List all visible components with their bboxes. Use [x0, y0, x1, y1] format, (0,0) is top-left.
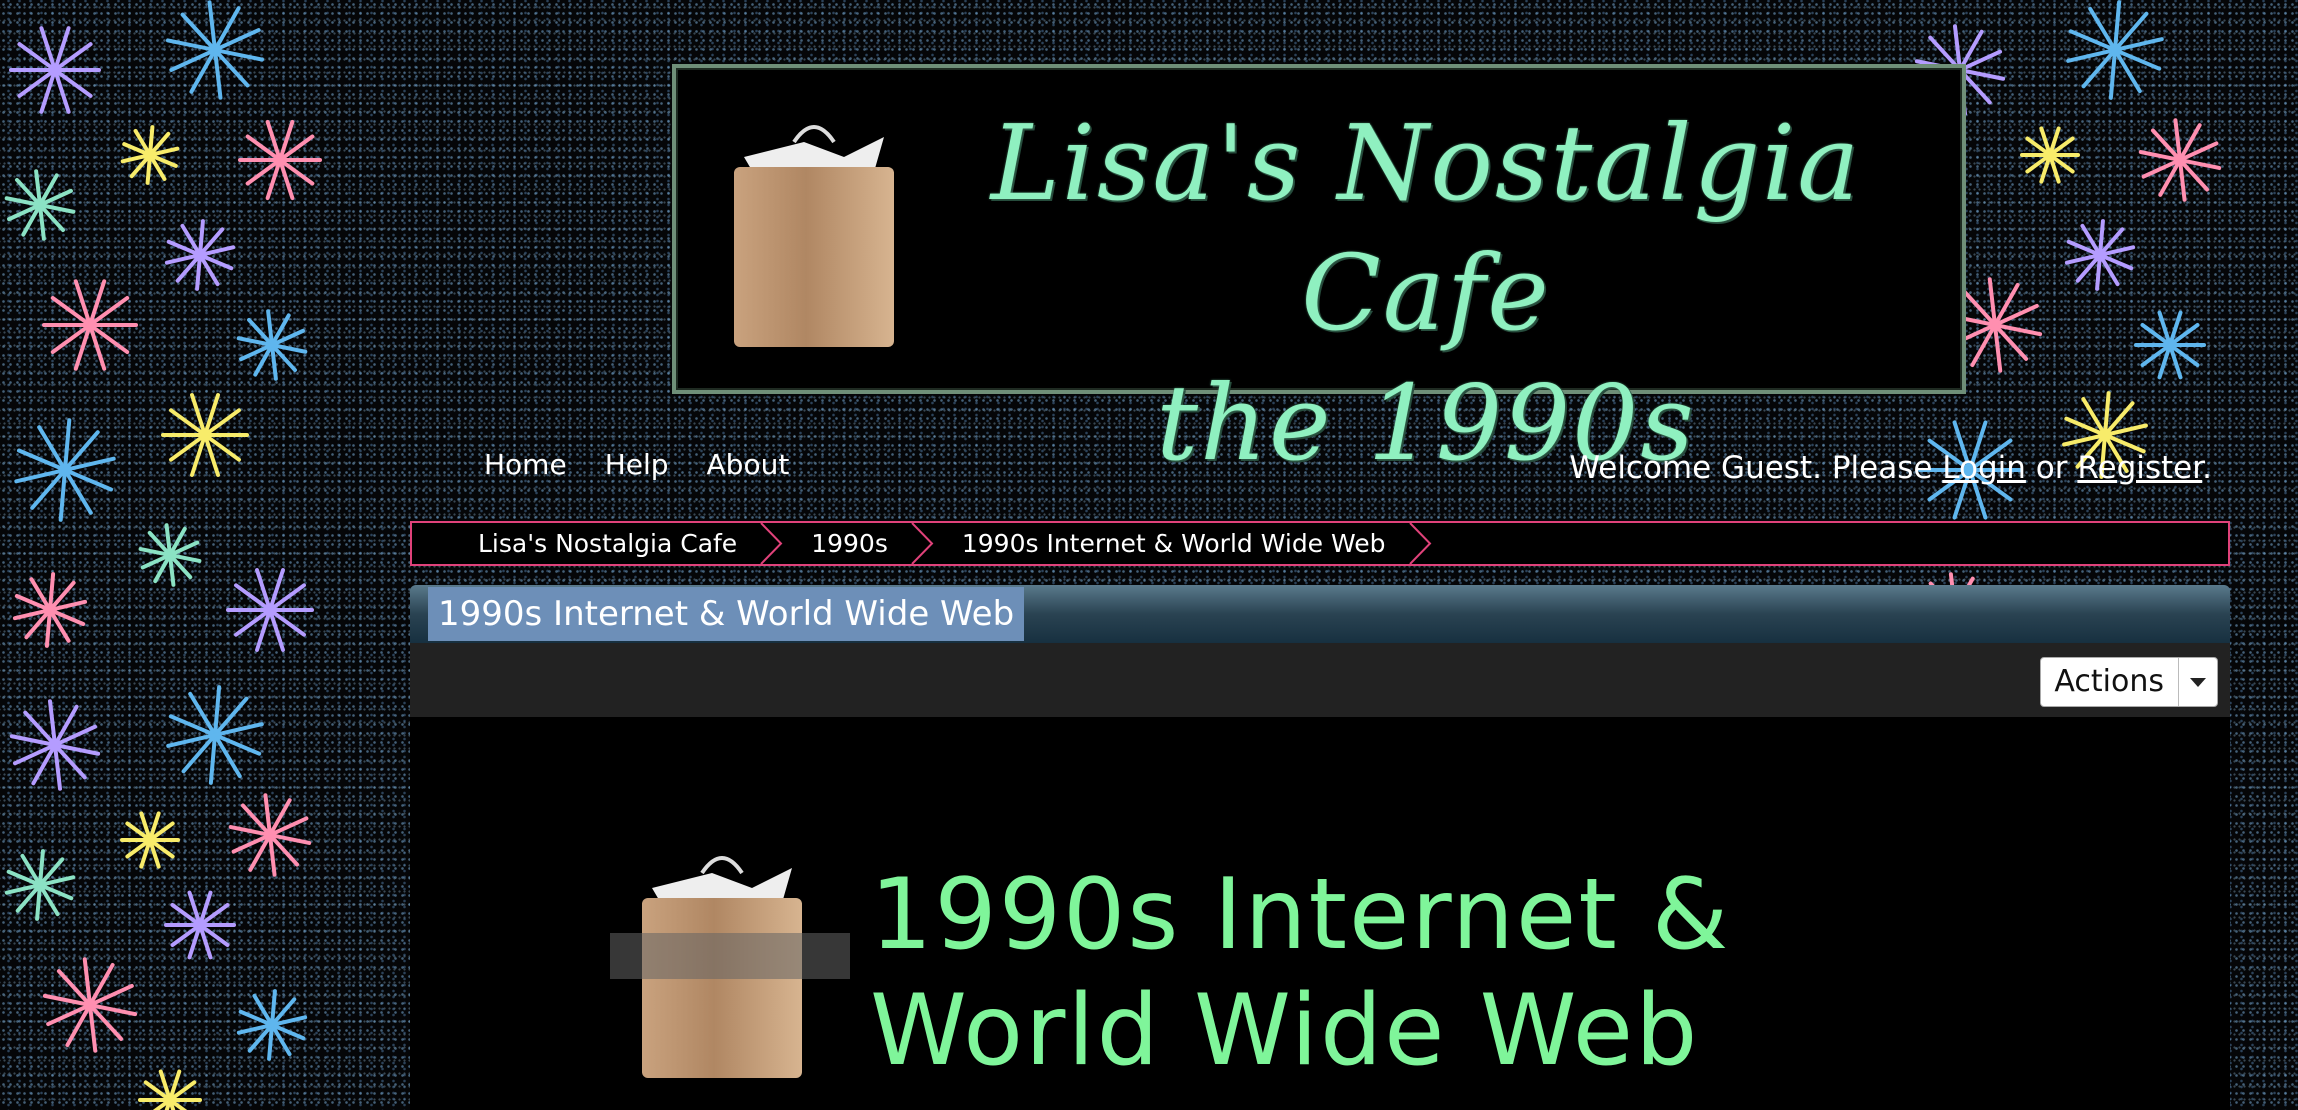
chevron-right-icon	[1408, 523, 1431, 564]
category-content: 1990s Internet & World Wide Web	[410, 717, 2230, 1110]
star-sparkle-icon	[9, 699, 101, 791]
chevron-right-icon	[911, 523, 934, 564]
action-bar: Actions	[410, 643, 2230, 717]
welcome-text: Welcome Guest. Please	[1569, 450, 1943, 486]
star-sparkle-icon	[2020, 126, 2080, 184]
star-sparkle-icon	[228, 793, 312, 877]
nav-home[interactable]: Home	[484, 448, 567, 481]
caret-down-icon[interactable]	[2179, 658, 2217, 706]
category-title: 1990s Internet & World Wide Web	[428, 587, 1025, 641]
nav-about[interactable]: About	[707, 448, 790, 481]
star-sparkle-icon	[2066, 0, 2164, 100]
star-sparkle-icon	[236, 989, 308, 1061]
breadcrumb-item-cafe[interactable]: Lisa's Nostalgia Cafe	[412, 523, 783, 564]
content-title: 1990s Internet & World Wide Web	[870, 858, 1731, 1088]
star-sparkle-icon	[166, 685, 264, 785]
star-sparkle-icon	[42, 279, 138, 371]
watermark-overlay	[610, 933, 850, 979]
star-sparkle-icon	[164, 890, 236, 960]
breadcrumb: Lisa's Nostalgia Cafe 1990s 1990s Intern…	[410, 521, 2230, 566]
star-sparkle-icon	[2138, 118, 2222, 202]
register-link[interactable]: Register	[2077, 450, 2202, 486]
banner-title: Lisa's Nostalgia Cafe the 1990s	[990, 102, 1862, 484]
breadcrumb-item-1990s[interactable]: 1990s	[783, 523, 934, 564]
top-nav: Home Help About	[484, 448, 789, 481]
nav-help[interactable]: Help	[605, 448, 669, 481]
star-sparkle-icon	[161, 393, 249, 477]
star-sparkle-icon	[2134, 310, 2206, 380]
actions-dropdown[interactable]: Actions	[2040, 657, 2218, 707]
star-sparkle-icon	[120, 125, 180, 185]
welcome-suffix: .	[2202, 450, 2212, 486]
star-sparkle-icon	[138, 523, 202, 587]
chevron-right-icon	[760, 523, 783, 564]
star-sparkle-icon	[9, 26, 101, 114]
star-sparkle-icon	[42, 957, 138, 1053]
star-sparkle-icon	[120, 811, 180, 869]
actions-button[interactable]: Actions	[2041, 658, 2179, 706]
star-sparkle-icon	[4, 169, 76, 241]
welcome-message: Welcome Guest. Please Login or Register.	[1569, 450, 2212, 486]
site-banner[interactable]: Lisa's Nostalgia Cafe the 1990s	[672, 64, 1966, 484]
star-sparkle-icon	[236, 309, 308, 381]
category-header: 1990s Internet & World Wide Web	[410, 585, 2230, 643]
star-sparkle-icon	[165, 0, 265, 100]
star-sparkle-icon	[4, 849, 76, 921]
star-sparkle-icon	[14, 418, 116, 522]
star-sparkle-icon	[238, 119, 322, 201]
login-link[interactable]: Login	[1942, 450, 2026, 486]
star-sparkle-icon	[12, 572, 88, 648]
star-sparkle-icon	[164, 219, 236, 291]
shopping-bag-icon	[734, 125, 894, 347]
star-sparkle-icon	[2064, 219, 2136, 291]
star-sparkle-icon	[226, 568, 314, 652]
welcome-or: or	[2025, 450, 2078, 486]
breadcrumb-item-internet[interactable]: 1990s Internet & World Wide Web	[934, 523, 1432, 564]
star-sparkle-icon	[138, 1069, 202, 1110]
